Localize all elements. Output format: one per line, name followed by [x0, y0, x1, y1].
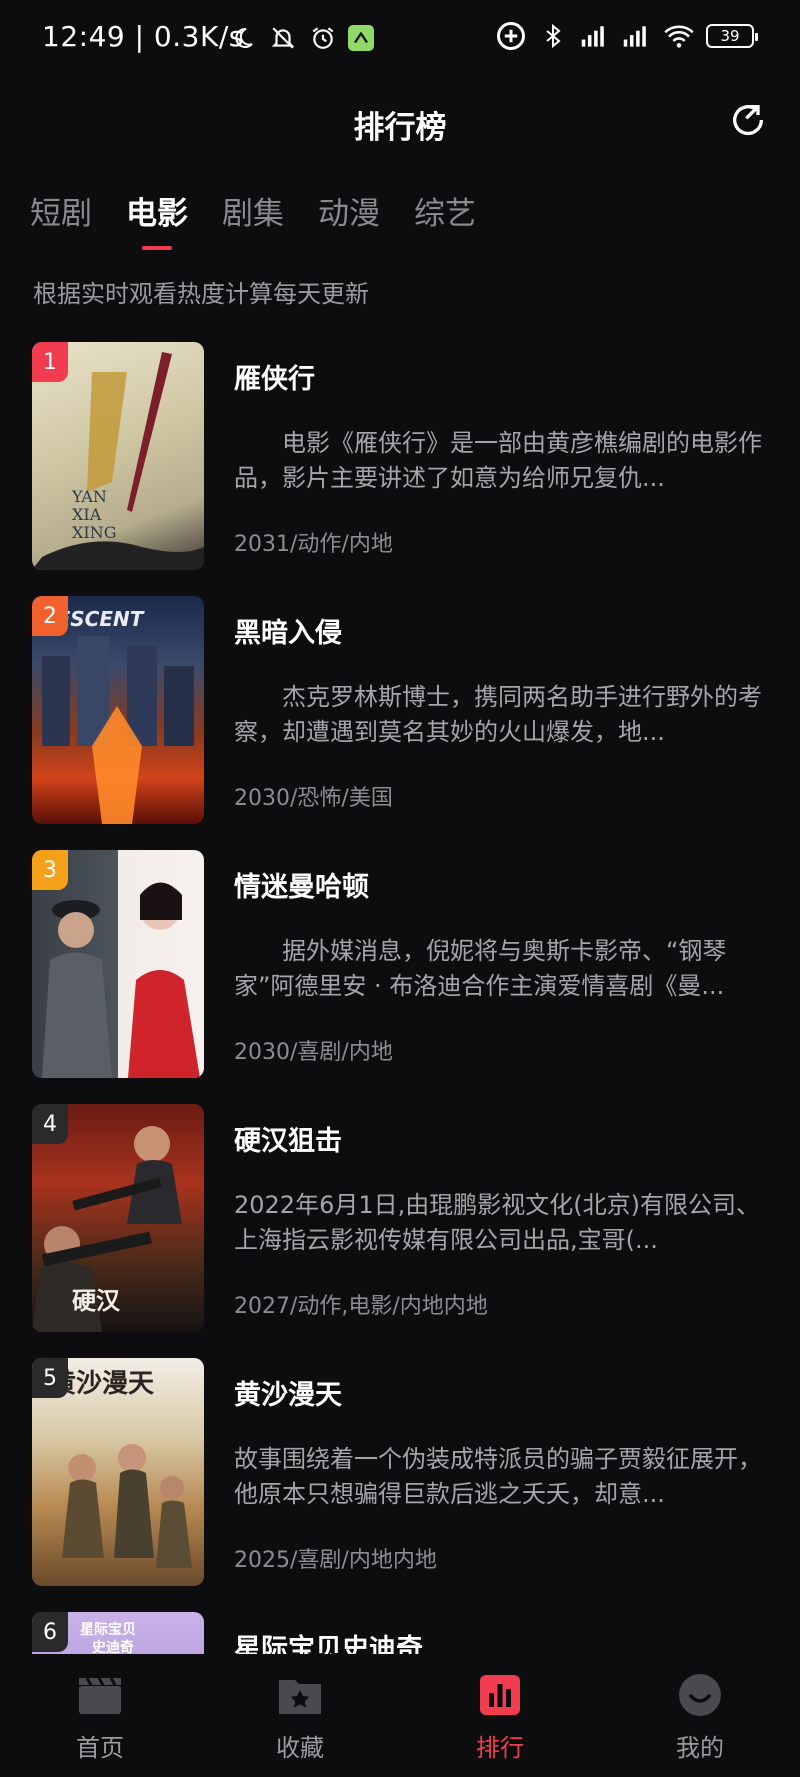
ranking-list: YAN XIA XING 1 雁侠行 电影《雁侠行》是一部由黄彦樵编剧的电影作品… [0, 342, 800, 1654]
svg-text:XING: XING [72, 523, 117, 542]
svg-text:XIA: XIA [72, 505, 102, 524]
nav-label: 排行 [476, 1734, 524, 1762]
nav-label: 我的 [676, 1734, 724, 1762]
item-meta: 2030/喜剧/内地 [234, 1040, 393, 1065]
ranking-subtitle: 根据实时观看热度计算每天更新 [33, 280, 369, 308]
item-title: 黑暗入侵 [234, 618, 342, 649]
list-item[interactable]: 星际宝贝 史迪奇 6 星际宝贝史迪奇 [0, 1612, 800, 1654]
data-saver-icon [496, 20, 526, 52]
poster-image: 3 [32, 850, 204, 1078]
item-title: 星际宝贝史迪奇 [234, 1634, 423, 1654]
svg-text:硬汉: 硬汉 [72, 1286, 121, 1315]
tab-short-drama[interactable]: 短剧 [30, 190, 92, 250]
list-item[interactable]: 硬汉 4 硬汉狙击 2022年6月1日,由琨鹏影视文化(北京)有限公司、上海指云… [0, 1104, 800, 1334]
list-item[interactable]: YAN XIA XING 1 雁侠行 电影《雁侠行》是一部由黄彦樵编剧的电影作品… [0, 342, 800, 572]
poster-image: DESCENT 2 [32, 596, 204, 824]
tab-movie[interactable]: 电影 [126, 190, 188, 250]
star-folder-icon [277, 1672, 323, 1718]
item-description: 电影《雁侠行》是一部由黄彦樵编剧的电影作品，影片主要讲述了如意为给师兄复仇... [234, 429, 762, 492]
app-notification-icon [348, 25, 374, 51]
bar-chart-icon [477, 1672, 523, 1718]
item-description: 据外媒消息，倪妮将与奥斯卡影帝、“钢琴家”阿德里安 · 布洛迪合作主演爱情喜剧《… [234, 937, 727, 1000]
item-title: 硬汉狙击 [234, 1126, 342, 1157]
rank-badge: 5 [32, 1358, 68, 1398]
rank-badge: 3 [32, 850, 68, 890]
tab-series[interactable]: 剧集 [222, 190, 284, 250]
ranking-screen: 12:49 | 0.3K/s 39 排行榜 短剧 电影 剧集 动漫 综艺 根据实… [0, 0, 800, 1777]
status-time: 12:49 | 0.3K/s [42, 20, 244, 53]
page-title: 排行榜 [353, 110, 447, 146]
item-title: 雁侠行 [234, 364, 315, 395]
item-description: 2022年6月1日,由琨鹏影视文化(北京)有限公司、上海指云影视传媒有限公司出品… [234, 1191, 760, 1254]
item-title: 情迷曼哈顿 [234, 872, 369, 903]
battery-indicator: 39 [706, 24, 758, 48]
poster-image: 黄沙漫天 5 [32, 1358, 204, 1586]
rank-badge: 1 [32, 342, 68, 382]
poster-image: 星际宝贝 史迪奇 6 [32, 1612, 204, 1654]
tab-variety[interactable]: 综艺 [414, 190, 476, 250]
rank-badge: 2 [32, 596, 68, 636]
mute-bell-icon [268, 22, 298, 54]
bottom-navigation: 首页 收藏 排行 我的 [0, 1654, 800, 1777]
item-meta: 2030/恐怖/美国 [234, 786, 393, 811]
header: 排行榜 [0, 90, 800, 156]
rank-badge: 4 [32, 1104, 68, 1144]
wifi-icon [664, 20, 694, 52]
list-item[interactable]: 黄沙漫天 5 黄沙漫天 故事围绕着一个伪装成特派员的骗子贾毅征展开，他原本只想骗… [0, 1358, 800, 1588]
alarm-icon [308, 22, 338, 54]
svg-text:YAN: YAN [71, 487, 107, 506]
svg-text:史迪奇: 史迪奇 [92, 1639, 134, 1654]
status-bar: 12:49 | 0.3K/s 39 [0, 0, 800, 78]
item-meta: 2031/动作/内地 [234, 532, 393, 557]
clapperboard-icon [77, 1672, 123, 1718]
item-meta: 2025/喜剧/内地内地 [234, 1548, 437, 1573]
poster-image: YAN XIA XING 1 [32, 342, 204, 570]
signal-2-icon [622, 20, 652, 52]
bluetooth-icon [538, 20, 568, 52]
nav-home[interactable]: 首页 [0, 1654, 200, 1777]
poster-image: 硬汉 4 [32, 1104, 204, 1332]
list-item[interactable]: 3 情迷曼哈顿 据外媒消息，倪妮将与奥斯卡影帝、“钢琴家”阿德里安 · 布洛迪合… [0, 850, 800, 1080]
item-title: 黄沙漫天 [234, 1380, 342, 1411]
rank-badge: 6 [32, 1612, 68, 1652]
tab-anime[interactable]: 动漫 [318, 190, 380, 250]
signal-1-icon [580, 20, 610, 52]
nav-label: 首页 [76, 1734, 124, 1762]
item-meta: 2027/动作,电影/内地内地 [234, 1294, 488, 1319]
category-tabs: 短剧 电影 剧集 动漫 综艺 [30, 190, 510, 250]
nav-profile[interactable]: 我的 [600, 1654, 800, 1777]
list-item[interactable]: DESCENT 2 黑暗入侵 杰克罗林斯博士，携同两名助手进行野外的考察，却遭遇… [0, 596, 800, 826]
item-description: 杰克罗林斯博士，携同两名助手进行野外的考察，却遭遇到莫名其妙的火山爆发，地... [234, 683, 762, 746]
nav-label: 收藏 [276, 1734, 324, 1762]
profile-smile-icon [677, 1672, 723, 1718]
moon-icon [228, 22, 258, 54]
nav-favorites[interactable]: 收藏 [200, 1654, 400, 1777]
svg-text:星际宝贝: 星际宝贝 [80, 1621, 136, 1638]
item-description: 故事围绕着一个伪装成特派员的骗子贾毅征展开，他原本只想骗得巨款后逃之夭夭，却意.… [234, 1445, 762, 1508]
share-refresh-icon[interactable] [728, 100, 768, 140]
nav-ranking[interactable]: 排行 [400, 1654, 600, 1777]
